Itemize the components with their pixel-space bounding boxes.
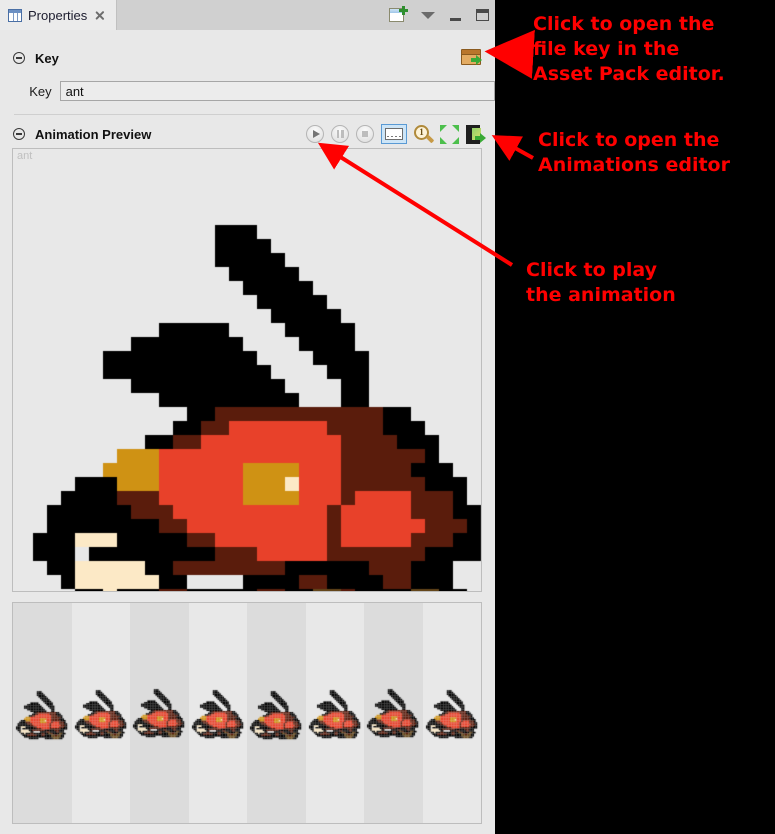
section-title-animation-preview: Animation Preview bbox=[35, 126, 152, 142]
annotation-text-asset-pack: Click to open the file key in the Asset … bbox=[533, 13, 725, 85]
view-toolbar bbox=[389, 4, 489, 26]
filmstrip-frame-thumbnail bbox=[306, 685, 363, 741]
animation-toolbar: 1 bbox=[306, 122, 486, 146]
pause-button[interactable] bbox=[331, 125, 349, 143]
open-animations-editor-button[interactable] bbox=[466, 124, 486, 144]
filmstrip-frame-thumbnail bbox=[72, 685, 129, 741]
close-icon[interactable] bbox=[93, 9, 106, 22]
minimize-icon[interactable] bbox=[449, 10, 462, 21]
tab-properties[interactable]: Properties bbox=[0, 0, 118, 30]
filmstrip-frame-thumbnail bbox=[423, 685, 480, 741]
toggle-timeline-button[interactable] bbox=[381, 124, 407, 144]
arrow-animations-editor bbox=[491, 135, 534, 161]
filmstrip-frame[interactable] bbox=[130, 603, 189, 823]
filmstrip-frame-thumbnail bbox=[248, 685, 305, 741]
filmstrip-frame[interactable] bbox=[422, 603, 481, 823]
filmstrip-frame[interactable] bbox=[247, 603, 306, 823]
arrow-asset-pack bbox=[484, 29, 535, 79]
stop-button[interactable] bbox=[356, 125, 374, 143]
section-title-key: Key bbox=[35, 50, 59, 66]
maximize-icon[interactable] bbox=[476, 9, 489, 21]
zoom-1-1-button[interactable]: 1 bbox=[414, 124, 435, 144]
tab-bar: Properties bbox=[0, 0, 495, 30]
animation-filmstrip[interactable] bbox=[12, 602, 482, 824]
collapse-icon-animation-preview[interactable] bbox=[13, 128, 25, 140]
filmstrip-frame[interactable] bbox=[305, 603, 364, 823]
key-field-label: Key bbox=[29, 83, 52, 99]
filmstrip-frame[interactable] bbox=[13, 603, 72, 823]
filmstrip-frame[interactable] bbox=[364, 603, 423, 823]
collapse-icon-key[interactable] bbox=[13, 52, 25, 64]
key-field-row: Key bbox=[0, 80, 495, 102]
properties-view-panel: Properties Key Key Animation Preview bbox=[0, 0, 495, 834]
asset-pack-icon[interactable] bbox=[461, 48, 482, 65]
key-input[interactable] bbox=[59, 81, 495, 101]
sprite-preview-image bbox=[13, 149, 481, 591]
filmstrip-frame-thumbnail bbox=[14, 685, 71, 741]
annotation-text-animations-editor: Click to open the Animations editor bbox=[538, 129, 730, 176]
filmstrip-frame[interactable] bbox=[188, 603, 247, 823]
fit-window-button[interactable] bbox=[440, 124, 459, 144]
section-divider bbox=[14, 114, 480, 115]
view-menu-icon[interactable] bbox=[421, 11, 435, 19]
play-button[interactable] bbox=[306, 125, 324, 143]
new-window-icon[interactable] bbox=[389, 6, 408, 23]
filmstrip-frame-thumbnail bbox=[189, 685, 246, 741]
tab-properties-label: Properties bbox=[28, 7, 88, 23]
annotation-text-play: Click to play the animation bbox=[526, 259, 676, 306]
filmstrip-frame-thumbnail bbox=[365, 685, 422, 741]
animation-preview-canvas[interactable]: ant bbox=[12, 148, 482, 592]
filmstrip-frame[interactable] bbox=[71, 603, 130, 823]
section-header-key[interactable]: Key bbox=[0, 46, 495, 70]
filmstrip-frame-thumbnail bbox=[131, 685, 188, 741]
table-icon bbox=[8, 8, 22, 22]
